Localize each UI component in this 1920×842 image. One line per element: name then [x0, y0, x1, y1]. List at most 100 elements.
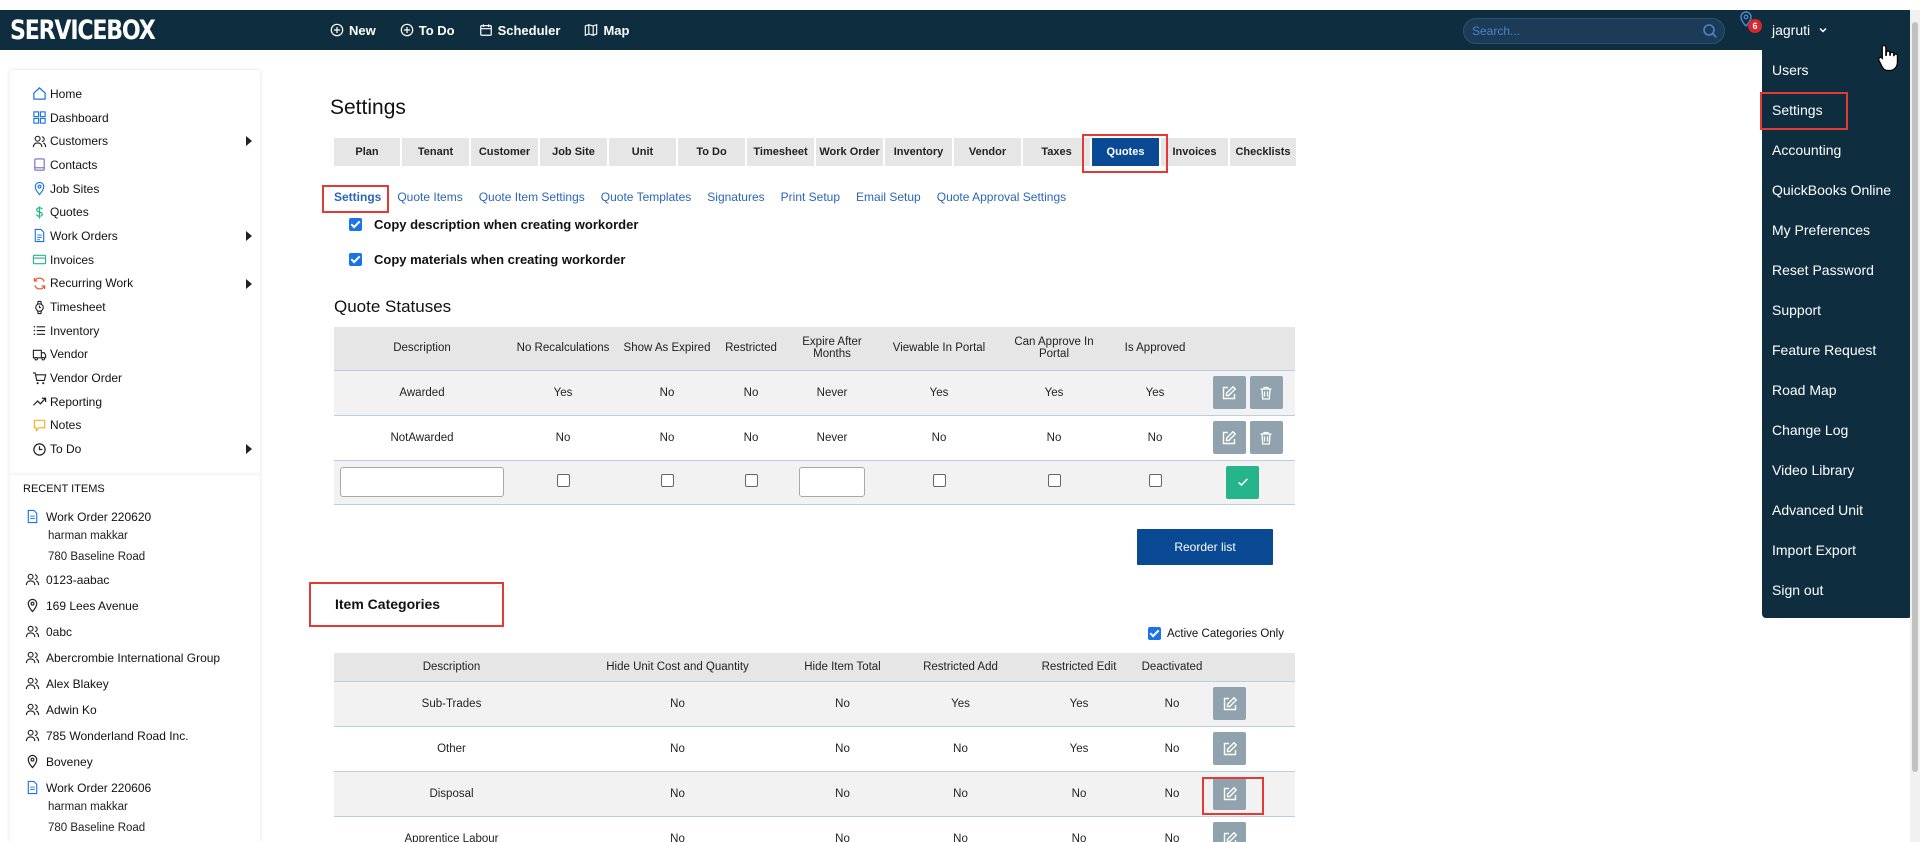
- recent-item[interactable]: Work Order 220620: [25, 509, 151, 524]
- sidebar-item-customers[interactable]: Customers: [10, 129, 260, 153]
- new-button[interactable]: New: [330, 23, 376, 38]
- no-recalculations-checkbox[interactable]: [556, 474, 570, 487]
- sidebar-item-job-sites[interactable]: Job Sites: [10, 177, 260, 201]
- sidebar-item-reporting[interactable]: Reporting: [10, 390, 260, 414]
- expand-arrow-icon[interactable]: [246, 136, 252, 147]
- sidebar-item-quotes[interactable]: Quotes: [10, 200, 260, 224]
- edit-button[interactable]: [1213, 732, 1246, 765]
- tab-quotes[interactable]: Quotes: [1092, 138, 1161, 166]
- sidebar-item-inventory[interactable]: Inventory: [10, 319, 260, 343]
- sidebar-item-vendor-order[interactable]: Vendor Order: [10, 366, 260, 390]
- menu-item-my-preferences[interactable]: My Preferences: [1772, 222, 1870, 238]
- sidebar-item-contacts[interactable]: Contacts: [10, 153, 260, 177]
- map-button[interactable]: Map: [584, 23, 629, 38]
- edit-button[interactable]: [1213, 777, 1246, 810]
- menu-item-users[interactable]: Users: [1772, 62, 1809, 78]
- expand-arrow-icon[interactable]: [246, 231, 252, 242]
- scheduler-button[interactable]: Scheduler: [479, 23, 560, 38]
- expand-arrow-icon[interactable]: [246, 444, 252, 455]
- search-input[interactable]: [1472, 22, 1692, 40]
- recent-item[interactable]: 0abc: [25, 624, 72, 639]
- viewable-in-portal-checkbox[interactable]: [932, 474, 946, 487]
- menu-item-feature-request[interactable]: Feature Request: [1772, 342, 1876, 358]
- sidebar-item-home[interactable]: Home: [10, 82, 260, 106]
- menu-item-sign-out[interactable]: Sign out: [1772, 582, 1823, 598]
- sidebar-item-timesheet[interactable]: Timesheet: [10, 295, 260, 319]
- recent-item[interactable]: Abercrombie International Group: [25, 650, 220, 665]
- sidebar-item-to-do[interactable]: To Do: [10, 437, 260, 461]
- subtab-signatures[interactable]: Signatures: [707, 190, 764, 204]
- menu-item-reset-password[interactable]: Reset Password: [1772, 262, 1874, 278]
- tab-inventory[interactable]: Inventory: [885, 138, 954, 166]
- save-status-button[interactable]: [1226, 465, 1259, 499]
- page-scrollbar[interactable]: [1910, 10, 1920, 842]
- sidebar-item-dashboard[interactable]: Dashboard: [10, 106, 260, 130]
- tab-work-order[interactable]: Work Order: [816, 138, 885, 166]
- edit-button[interactable]: [1213, 687, 1246, 720]
- recent-item[interactable]: 169 Lees Avenue: [25, 598, 139, 613]
- copy-materials-checkbox[interactable]: [349, 253, 362, 266]
- search-icon[interactable]: [1702, 23, 1718, 39]
- subtab-quote-approval-settings[interactable]: Quote Approval Settings: [937, 190, 1066, 204]
- menu-item-road-map[interactable]: Road Map: [1772, 382, 1837, 398]
- tab-job-site[interactable]: Job Site: [540, 138, 609, 166]
- tab-customer[interactable]: Customer: [471, 138, 540, 166]
- edit-button[interactable]: [1212, 376, 1246, 409]
- recent-item[interactable]: Work Order 220606: [25, 780, 151, 795]
- subtab-settings[interactable]: Settings: [334, 190, 381, 204]
- subtab-print-setup[interactable]: Print Setup: [781, 190, 840, 204]
- menu-item-quickbooks-online[interactable]: QuickBooks Online: [1772, 182, 1891, 198]
- subtab-quote-item-settings[interactable]: Quote Item Settings: [479, 190, 585, 204]
- subtab-quote-items[interactable]: Quote Items: [397, 190, 462, 204]
- brand-logo[interactable]: SERVICEBOX: [10, 15, 156, 46]
- edit-button[interactable]: [1213, 822, 1246, 842]
- delete-button[interactable]: [1249, 421, 1283, 454]
- recent-item[interactable]: Boveney: [25, 754, 93, 769]
- active-categories-checkbox[interactable]: [1148, 627, 1161, 640]
- tab-invoices[interactable]: Invoices: [1161, 138, 1230, 166]
- tab-to-do[interactable]: To Do: [678, 138, 747, 166]
- recent-item[interactable]: 0123-aabac: [25, 572, 109, 587]
- sidebar-item-invoices[interactable]: Invoices: [10, 248, 260, 272]
- can-approve-in-portal-checkbox[interactable]: [1047, 474, 1061, 487]
- menu-item-settings[interactable]: Settings: [1772, 102, 1823, 118]
- tab-unit[interactable]: Unit: [609, 138, 678, 166]
- menu-item-video-library[interactable]: Video Library: [1772, 462, 1854, 478]
- show-as-expired-checkbox[interactable]: [660, 474, 674, 487]
- dollar-icon: [32, 205, 47, 220]
- sidebar-item-recurring-work[interactable]: Recurring Work: [10, 272, 260, 296]
- menu-item-change-log[interactable]: Change Log: [1772, 422, 1848, 438]
- sidebar-item-vendor[interactable]: Vendor: [10, 343, 260, 367]
- menu-item-advanced-unit[interactable]: Advanced Unit: [1772, 502, 1863, 518]
- cell: No: [510, 415, 616, 461]
- user-menu-toggle[interactable]: jagruti: [1772, 22, 1828, 38]
- subtab-email-setup[interactable]: Email Setup: [856, 190, 921, 204]
- expand-arrow-icon[interactable]: [246, 278, 252, 289]
- recent-item[interactable]: Alex Blakey: [25, 676, 109, 691]
- tab-checklists[interactable]: Checklists: [1230, 138, 1298, 166]
- scrollbar-thumb[interactable]: [1912, 22, 1918, 772]
- new-description-input[interactable]: [340, 467, 504, 497]
- menu-item-accounting[interactable]: Accounting: [1772, 142, 1841, 158]
- edit-button[interactable]: [1212, 421, 1246, 454]
- subtab-quote-templates[interactable]: Quote Templates: [601, 190, 692, 204]
- notification-badge[interactable]: 6: [1748, 19, 1762, 33]
- tab-vendor[interactable]: Vendor: [954, 138, 1023, 166]
- copy-description-checkbox[interactable]: [349, 218, 362, 231]
- reorder-list-button[interactable]: Reorder list: [1137, 529, 1273, 565]
- tab-plan[interactable]: Plan: [334, 138, 402, 166]
- todo-button[interactable]: To Do: [400, 23, 455, 38]
- sidebar-item-work-orders[interactable]: Work Orders: [10, 224, 260, 248]
- delete-button[interactable]: [1249, 376, 1283, 409]
- restricted-checkbox[interactable]: [744, 474, 758, 487]
- sidebar-item-notes[interactable]: Notes: [10, 414, 260, 438]
- expire-after-months-input[interactable]: [799, 467, 865, 497]
- recent-item[interactable]: 785 Wonderland Road Inc.: [25, 728, 189, 743]
- tab-tenant[interactable]: Tenant: [402, 138, 471, 166]
- tab-timesheet[interactable]: Timesheet: [747, 138, 816, 166]
- recent-item[interactable]: Adwin Ko: [25, 702, 97, 717]
- menu-item-support[interactable]: Support: [1772, 302, 1821, 318]
- tab-taxes[interactable]: Taxes: [1023, 138, 1092, 166]
- is-approved-checkbox[interactable]: [1148, 474, 1162, 487]
- menu-item-import-export[interactable]: Import Export: [1772, 542, 1856, 558]
